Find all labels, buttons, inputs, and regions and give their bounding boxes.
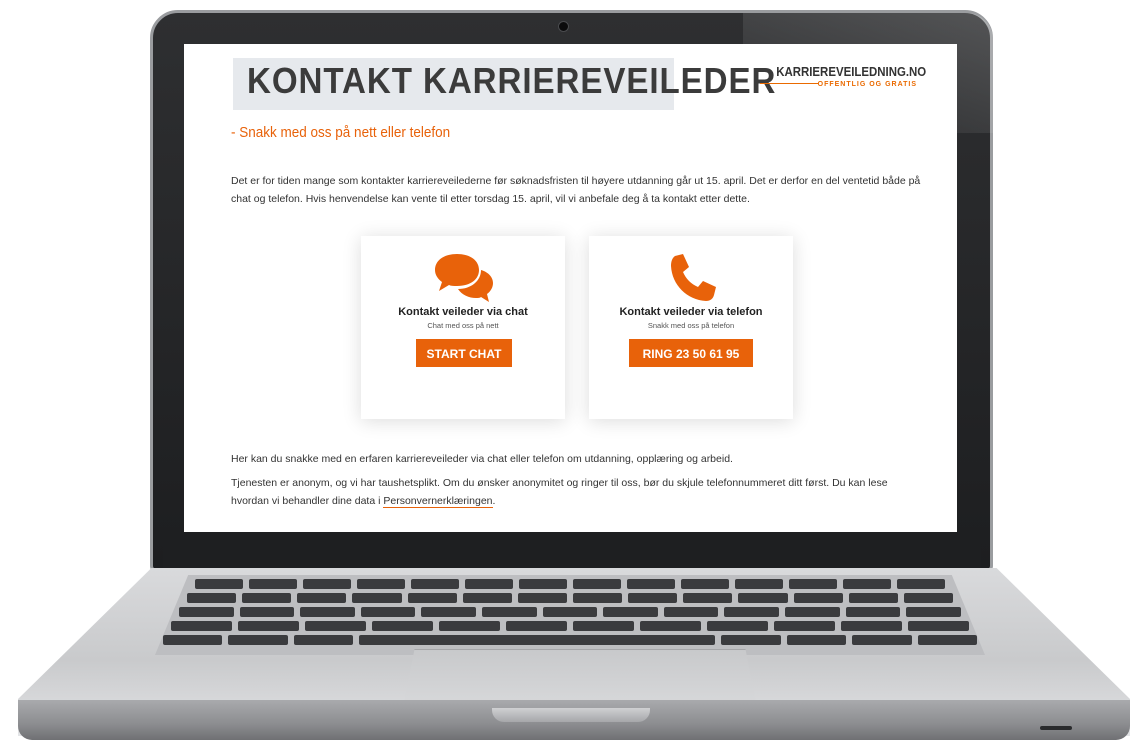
page-title: KONTAKT KARRIEREVEILEDER — [247, 60, 777, 101]
key-row — [179, 607, 961, 617]
key-row — [187, 593, 953, 603]
chat-card-title: Kontakt veileder via chat — [398, 306, 528, 318]
privacy-paragraph: Tjenesten er anonym, og vi har taushetsp… — [231, 474, 927, 510]
logo-underline — [760, 83, 818, 84]
key-row — [163, 635, 978, 645]
chat-card-subtitle: Chat med oss på nett — [427, 321, 499, 330]
side-port — [1040, 726, 1072, 730]
privacy-text: Tjenesten er anonym, og vi har taushetsp… — [231, 477, 888, 507]
start-chat-button[interactable]: START CHAT — [416, 339, 512, 367]
phone-card: Kontakt veileder via telefon Snakk med o… — [589, 236, 793, 419]
chat-card: Kontakt veileder via chat Chat med oss p… — [361, 236, 565, 419]
phone-card-subtitle: Snakk med oss på telefon — [647, 321, 735, 330]
privacy-text-end: . — [492, 495, 496, 507]
webcam — [558, 21, 569, 32]
chat-bubbles-icon — [435, 254, 493, 302]
screen-bezel — [163, 532, 981, 568]
call-phone-button[interactable]: RING 23 50 61 95 — [629, 339, 753, 367]
trackpad — [404, 649, 756, 702]
privacy-policy-link[interactable]: Personvernerklæringen — [383, 495, 493, 508]
phone-card-title: Kontakt veileder via telefon — [619, 306, 763, 318]
phone-icon — [671, 254, 716, 301]
site-logo[interactable]: KARRIEREVEILEDNING.NO OFFENTLIG OG GRATI… — [757, 64, 927, 88]
lid-notch — [492, 708, 650, 722]
service-description: Her kan du snakke med en erfaren karrier… — [231, 453, 733, 465]
key-row — [171, 621, 969, 631]
screen: KONTAKT KARRIEREVEILEDER KARRIEREVEILEDN… — [184, 44, 957, 532]
page-subtitle: - Snakk med oss på nett eller telefon — [231, 124, 451, 141]
logo-text: KARRIEREVEILEDNING.NO — [776, 64, 927, 79]
key-row — [195, 579, 945, 589]
keyboard — [155, 575, 985, 655]
intro-text: Det er for tiden mange som kontakter kar… — [231, 175, 921, 205]
